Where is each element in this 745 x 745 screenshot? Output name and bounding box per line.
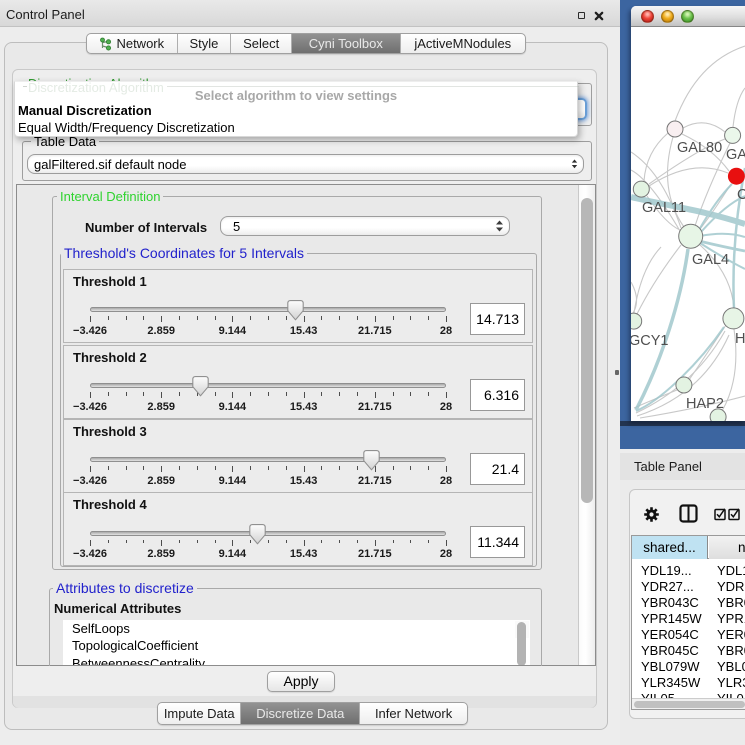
svg-text:GAL80: GAL80 [677, 140, 722, 156]
svg-text:HAP2: HAP2 [686, 396, 724, 412]
svg-text:C: C [737, 187, 745, 203]
svg-text:GAL11: GAL11 [642, 200, 686, 216]
svg-text:H: H [735, 331, 745, 347]
svg-text:GA: GA [726, 147, 745, 163]
svg-text:GCY1: GCY1 [631, 333, 669, 349]
svg-text:GAL4: GAL4 [692, 252, 729, 268]
